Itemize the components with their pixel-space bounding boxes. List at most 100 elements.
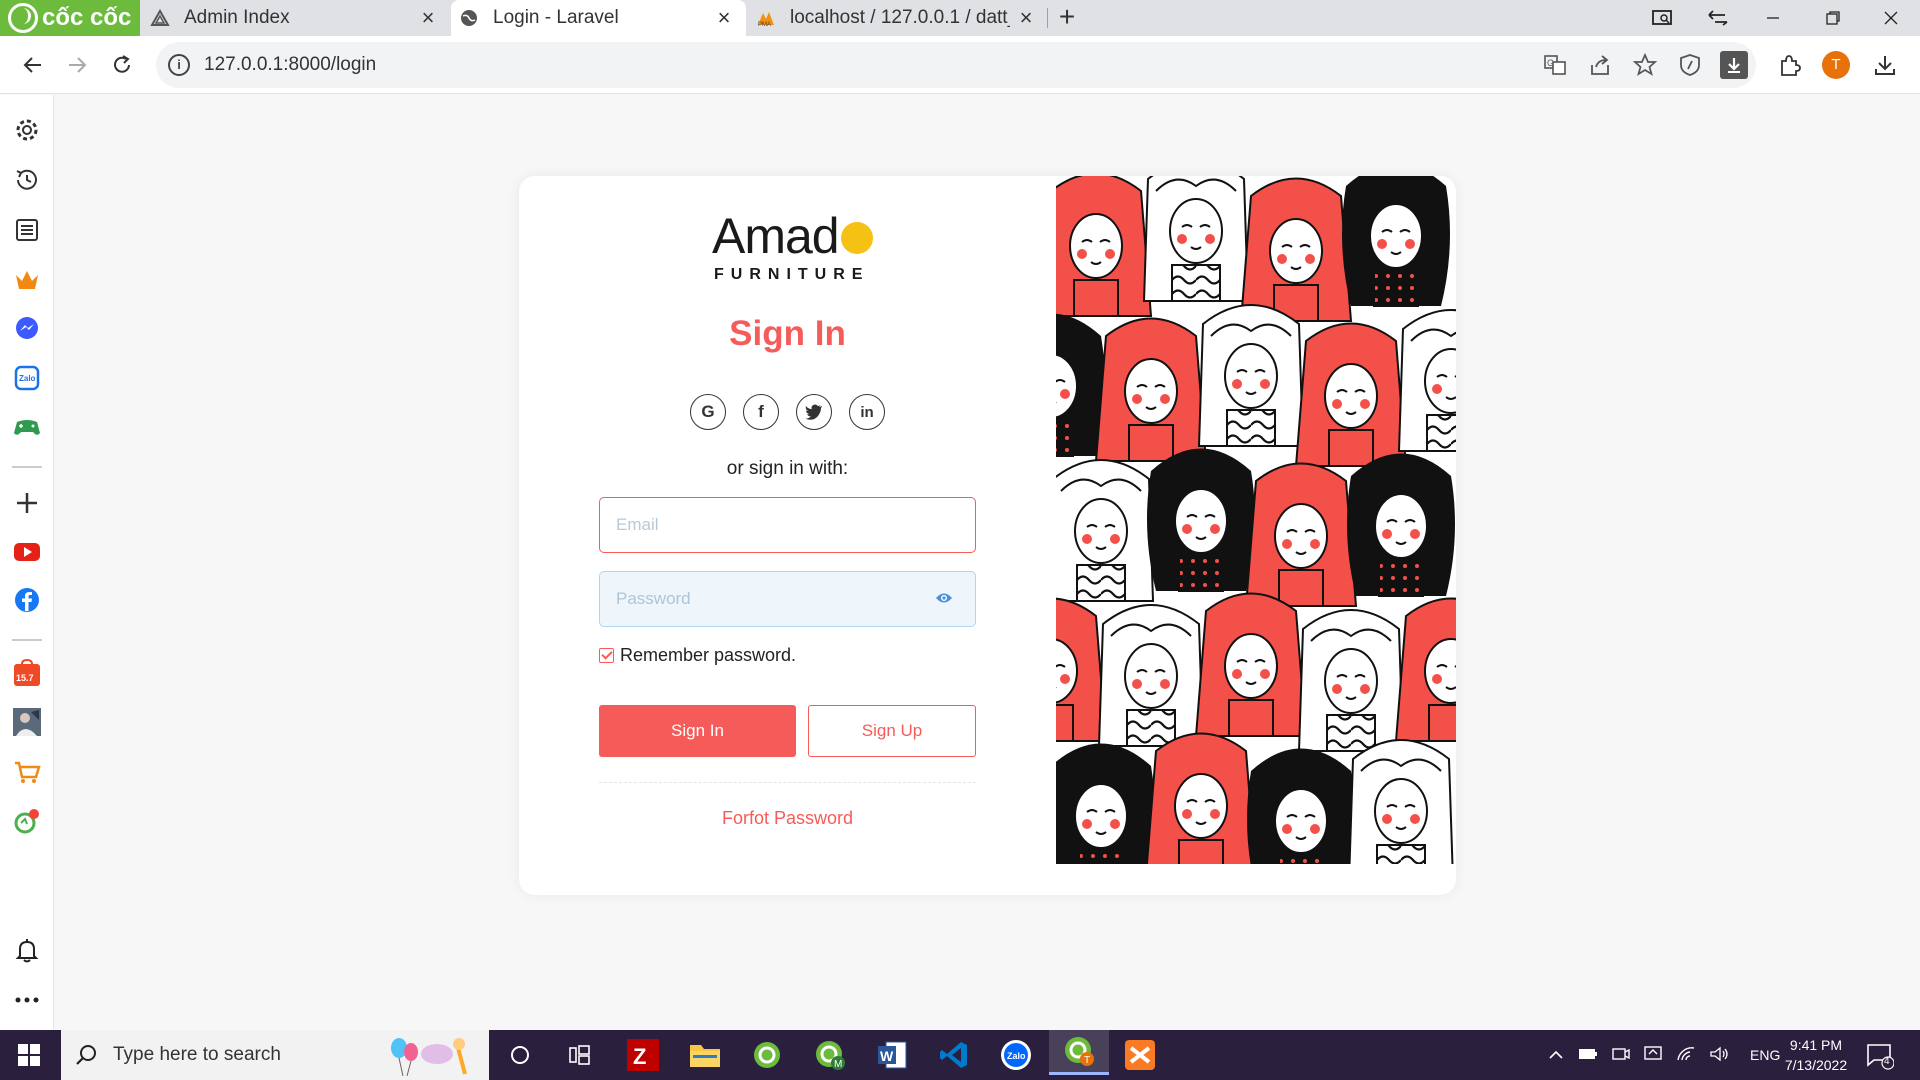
gamepad-icon[interactable] <box>12 412 42 442</box>
volume-icon[interactable] <box>1710 1046 1730 1065</box>
password-input[interactable] <box>616 589 916 609</box>
email-field[interactable] <box>599 497 976 553</box>
extensions-icon[interactable] <box>1774 50 1804 80</box>
phpmyadmin-icon: PMA <box>756 8 776 28</box>
filezilla-icon[interactable]: Z <box>623 1035 663 1075</box>
new-tab-button[interactable]: + <box>1052 3 1082 33</box>
tab-admin-index[interactable]: Admin Index × <box>150 0 450 36</box>
taskbar-search-box[interactable]: Type here to search <box>61 1030 489 1080</box>
download-video-icon[interactable] <box>1720 51 1748 79</box>
minimize-button[interactable] <box>1756 2 1790 34</box>
history-icon[interactable] <box>12 165 42 195</box>
tab-login-laravel[interactable]: Login - Laravel × <box>451 0 746 36</box>
battery-icon[interactable] <box>1578 1047 1598 1063</box>
taskbar-clock[interactable]: 9:41 PM 7/13/2022 <box>1766 1035 1866 1075</box>
more-icon[interactable] <box>12 985 42 1015</box>
sidebar-divider <box>12 466 42 468</box>
back-button[interactable] <box>16 48 50 82</box>
word-icon[interactable]: W <box>872 1035 912 1075</box>
file-explorer-icon[interactable] <box>685 1035 725 1075</box>
task-view-icon[interactable] <box>560 1035 600 1075</box>
address-bar[interactable]: i 127.0.0.1:8000/login <box>156 42 1756 88</box>
tab-phpmyadmin[interactable]: PMA localhost / 127.0.0.1 / datt_q × <box>756 0 1046 36</box>
linkedin-icon[interactable]: in <box>849 394 885 430</box>
coccoc-logo[interactable]: cốc cốc <box>0 0 140 36</box>
share-icon[interactable] <box>1585 50 1615 80</box>
logo-wordmark: Amad <box>712 208 902 264</box>
sign-up-button[interactable]: Sign Up <box>808 705 976 757</box>
tab-strip: cốc cốc Admin Index × Login - Laravel × … <box>0 0 1920 36</box>
zalo-taskbar-icon[interactable]: Zalo <box>996 1035 1036 1075</box>
social-login-row: G f in <box>690 394 885 430</box>
url-text: 127.0.0.1:8000/login <box>204 54 377 75</box>
svg-text:T: T <box>1084 1055 1090 1066</box>
sign-in-button[interactable]: Sign In <box>599 705 796 757</box>
coccoc-active-icon[interactable]: T <box>1049 1030 1109 1075</box>
google-icon[interactable]: G <box>690 394 726 430</box>
coccoc-profile-m-icon[interactable]: M <box>810 1035 850 1075</box>
display-icon[interactable] <box>1644 1045 1662 1065</box>
facebook-icon[interactable] <box>12 585 42 615</box>
coccoc-logo-icon <box>8 3 38 33</box>
coccoc-taskbar-icon[interactable] <box>747 1035 787 1075</box>
checkbox-checked-icon[interactable] <box>599 648 614 663</box>
or-sign-in-text: or sign in with: <box>726 458 849 479</box>
bell-icon[interactable] <box>12 935 42 965</box>
forgot-password-link[interactable]: Forfot Password <box>519 808 1056 829</box>
balloons-decoration-icon <box>391 1038 467 1076</box>
facebook-login-icon[interactable]: f <box>743 394 779 430</box>
translate-icon[interactable]: G <box>1540 50 1570 80</box>
login-card: Amad FURNITURE Sign In G f in or sign in… <box>519 176 1456 895</box>
messenger-icon[interactable] <box>12 313 42 343</box>
brand-label: cốc cốc <box>42 4 132 31</box>
tab-title: localhost / 127.0.0.1 / datt_q <box>790 7 1010 28</box>
close-window-button[interactable] <box>1874 2 1908 34</box>
svg-text:PMA: PMA <box>758 22 771 27</box>
password-field[interactable] <box>599 571 976 627</box>
crown-icon[interactable] <box>12 265 42 295</box>
shield-icon[interactable] <box>1675 50 1705 80</box>
reload-button[interactable] <box>105 48 139 82</box>
settings-gear-icon[interactable] <box>12 115 42 145</box>
svg-text:G: G <box>1547 58 1554 68</box>
wifi-icon[interactable] <box>1676 1046 1696 1065</box>
logo-subtitle: FURNITURE <box>714 266 870 283</box>
profile-avatar[interactable]: T <box>1822 51 1850 79</box>
remember-password-checkbox[interactable]: Remember password. <box>599 645 796 666</box>
xampp-icon[interactable] <box>1120 1035 1160 1075</box>
notification-center-icon[interactable]: 4 <box>1866 1042 1895 1070</box>
back-forward-cache-icon[interactable] <box>1701 2 1735 34</box>
tab-search-icon[interactable] <box>1646 2 1680 34</box>
reading-list-icon[interactable] <box>12 215 42 245</box>
add-shortcut-icon[interactable] <box>12 488 42 518</box>
cortana-icon[interactable] <box>500 1035 540 1075</box>
show-password-eye-icon[interactable] <box>935 590 953 608</box>
sidebar-divider <box>12 639 42 641</box>
page-title: Sign In <box>729 314 846 353</box>
coccoc-green-icon[interactable] <box>12 807 42 837</box>
email-input[interactable] <box>616 515 916 535</box>
chevron-up-icon[interactable] <box>1548 1047 1564 1063</box>
browser-sidebar: Zalo 15.7 <box>0 95 54 1030</box>
profile-photo-icon[interactable] <box>12 707 42 737</box>
forward-button[interactable] <box>60 48 94 82</box>
site-info-icon[interactable]: i <box>168 54 190 76</box>
camera-icon[interactable] <box>1612 1046 1630 1065</box>
vscode-icon[interactable] <box>934 1035 974 1075</box>
women-pattern-illustration <box>1056 176 1456 864</box>
close-icon[interactable]: × <box>712 6 736 30</box>
svg-text:Zalo: Zalo <box>19 374 36 383</box>
downloads-icon[interactable] <box>1870 50 1900 80</box>
game-shop-icon[interactable] <box>12 757 42 787</box>
browser-toolbar: i 127.0.0.1:8000/login G T <box>0 36 1920 94</box>
twitter-icon[interactable] <box>796 394 832 430</box>
windows-start-button[interactable] <box>0 1030 58 1080</box>
close-icon[interactable]: × <box>1014 6 1038 30</box>
youtube-icon[interactable] <box>12 537 42 567</box>
shopping-badge-icon[interactable]: 15.7 <box>12 658 42 688</box>
tab-separator <box>1047 8 1048 28</box>
close-icon[interactable]: × <box>416 6 440 30</box>
restore-button[interactable] <box>1816 2 1850 34</box>
zalo-icon[interactable]: Zalo <box>12 363 42 393</box>
bookmark-star-icon[interactable] <box>1630 50 1660 80</box>
